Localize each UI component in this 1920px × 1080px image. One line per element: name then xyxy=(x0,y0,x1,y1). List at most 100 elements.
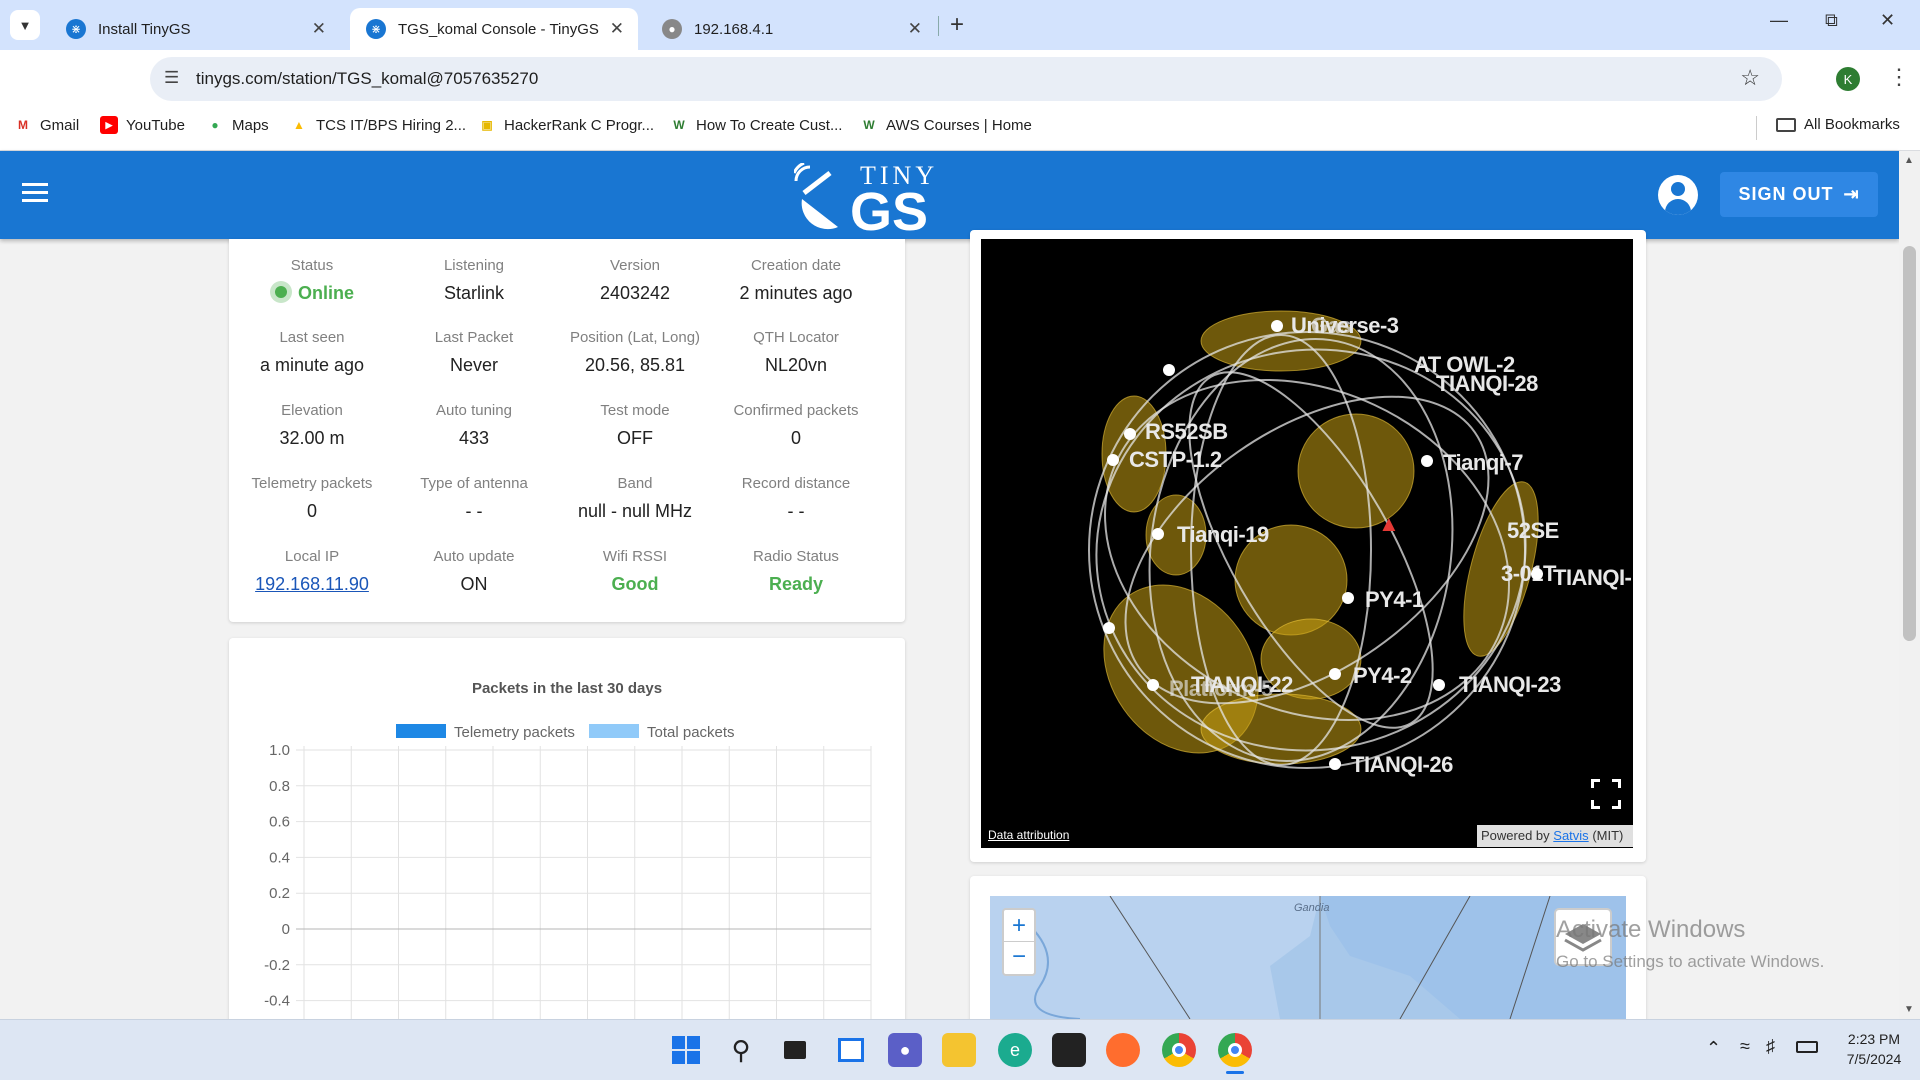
fullscreen-icon[interactable] xyxy=(1591,779,1621,809)
wifi-icon[interactable]: ≈ xyxy=(1740,1036,1750,1057)
bookmark-hackerrank[interactable]: ▣ HackerRank C Progr... xyxy=(478,116,654,134)
task-view-icon[interactable] xyxy=(778,1033,812,1067)
new-tab-button[interactable]: + xyxy=(950,11,964,39)
bookmark-star-icon[interactable]: ☆ xyxy=(1740,65,1760,91)
satellite-dot[interactable] xyxy=(1421,455,1433,467)
close-tab-icon[interactable]: ✕ xyxy=(610,19,624,39)
teams-icon[interactable]: ● xyxy=(888,1033,922,1067)
satellite-label[interactable]: TIANQI-23 xyxy=(1459,672,1561,698)
search-icon[interactable]: ⚲ xyxy=(724,1033,758,1067)
satellite-label[interactable]: 3-01T xyxy=(1501,561,1556,587)
store-icon[interactable] xyxy=(1052,1033,1086,1067)
bookmark-youtube[interactable]: ▶ YouTube xyxy=(100,116,185,134)
satellite-label[interactable]: Tianqi-19 xyxy=(1177,522,1269,548)
data-attribution-link[interactable]: Data attribution xyxy=(988,828,1069,842)
satellite-dot[interactable] xyxy=(1329,758,1341,770)
restore-icon[interactable]: ⧉ xyxy=(1825,10,1838,31)
satellite-label[interactable]: Tianqi-7 xyxy=(1443,450,1523,476)
menu-kebab-icon[interactable]: ⋮ xyxy=(1888,64,1910,90)
minimize-icon[interactable]: — xyxy=(1770,10,1788,31)
tray-overflow-icon[interactable]: ⌃ xyxy=(1706,1038,1721,1059)
hamburger-menu-icon[interactable] xyxy=(22,183,48,202)
satellite-label[interactable]: TIANQI- xyxy=(1553,565,1632,591)
sign-out-label: SIGN OUT xyxy=(1738,184,1834,204)
start-windows-icon[interactable] xyxy=(669,1033,703,1067)
satellite-label[interactable]: Platform-5 xyxy=(1169,676,1273,702)
tinygs-logo[interactable]: TINY GS xyxy=(794,159,944,242)
account-icon[interactable] xyxy=(1658,175,1698,215)
tab-search-button[interactable]: ▼ xyxy=(10,10,40,40)
satellite-dot[interactable] xyxy=(1124,428,1136,440)
file-explorer-icon[interactable] xyxy=(942,1033,976,1067)
legend-swatch[interactable] xyxy=(396,724,446,738)
satellite-label[interactable]: TIANQI-28 xyxy=(1436,371,1538,397)
field-value: 2 minutes ago xyxy=(739,283,853,303)
satellite-dot[interactable] xyxy=(1103,622,1115,634)
close-window-icon[interactable]: ✕ xyxy=(1880,10,1895,31)
satellite-dish-icon xyxy=(794,163,838,230)
firefox-icon[interactable] xyxy=(1106,1033,1140,1067)
satellite-dot[interactable] xyxy=(1342,592,1354,604)
satellite-label[interactable]: PY4-1 xyxy=(1365,587,1424,613)
satellite-dot[interactable] xyxy=(1163,364,1175,376)
battery-icon[interactable] xyxy=(1796,1041,1818,1053)
satellite-dot[interactable] xyxy=(1152,528,1164,540)
widgets-icon[interactable] xyxy=(834,1033,868,1067)
url-text[interactable]: tinygs.com/station/TGS_komal@7057635270 xyxy=(196,69,538,89)
clock-date[interactable]: 7/5/2024 xyxy=(1834,1051,1914,1067)
chrome-icon[interactable] xyxy=(1162,1033,1196,1067)
bookmark-gmail[interactable]: M Gmail xyxy=(14,116,79,134)
field-label: Version xyxy=(609,257,661,274)
zoom-out-button[interactable]: − xyxy=(1004,942,1034,974)
satellite-label[interactable]: 52SE xyxy=(1507,518,1559,544)
satellite-dot[interactable] xyxy=(1433,679,1445,691)
satvis-link[interactable]: Satvis xyxy=(1553,828,1588,843)
close-tab-icon[interactable]: ✕ xyxy=(908,19,922,39)
station-map[interactable]: Gandia + − xyxy=(990,896,1626,1019)
page-scrollbar[interactable]: ▲ ▼ xyxy=(1899,151,1920,1019)
bookmark-label: How To Create Cust... xyxy=(696,116,843,134)
profile-avatar[interactable]: K xyxy=(1836,67,1860,91)
address-bar[interactable]: ☰ tinygs.com/station/TGS_komal@705763527… xyxy=(150,57,1782,101)
sign-out-button[interactable]: SIGN OUT ⇥ xyxy=(1720,172,1878,217)
scrollbar-thumb[interactable] xyxy=(1903,246,1916,641)
field-label: Last seen xyxy=(279,329,345,346)
bookmark-maps[interactable]: ● Maps xyxy=(206,116,268,134)
field-value: Ready xyxy=(768,574,824,594)
satellite-dot[interactable] xyxy=(1329,668,1341,680)
satellite-dot[interactable] xyxy=(1271,320,1283,332)
all-bookmarks-button[interactable]: All Bookmarks xyxy=(1776,116,1900,133)
satellite-label[interactable]: CSTP-1.2 xyxy=(1129,447,1222,473)
satellite-dot[interactable] xyxy=(1531,568,1543,580)
bookmark-aws[interactable]: W AWS Courses | Home xyxy=(860,116,1032,134)
station-field: Last seen a minute ago xyxy=(232,329,392,376)
chrome-profile-icon[interactable] xyxy=(1218,1033,1252,1067)
edge-icon[interactable]: e xyxy=(998,1033,1032,1067)
satellite-label[interactable]: PY4-2 xyxy=(1353,663,1412,689)
satellite-globe-view[interactable]: Universe-3 Gas AT OWL-2 TIANQI-28 RS52SB… xyxy=(981,239,1633,848)
satellite-label[interactable]: RS52SB xyxy=(1145,419,1228,445)
scroll-up-arrow-icon[interactable]: ▲ xyxy=(1904,155,1914,166)
site-info-icon[interactable]: ☰ xyxy=(164,68,179,88)
zoom-in-button[interactable]: + xyxy=(1004,910,1034,942)
bookmark-tcs[interactable]: ▲ TCS IT/BPS Hiring 2... xyxy=(290,116,466,134)
legend-label[interactable]: Telemetry packets xyxy=(454,724,575,741)
satellite-label[interactable]: Gas xyxy=(1311,313,1352,339)
satellite-dot[interactable] xyxy=(1107,454,1119,466)
tab-install-tinygs[interactable]: ⋇ Install TinyGS ✕ xyxy=(50,8,340,50)
tab-router[interactable]: ● 192.168.4.1 ✕ xyxy=(646,8,936,50)
station-field: Telemetry packets 0 xyxy=(232,475,392,522)
close-tab-icon[interactable]: ✕ xyxy=(312,19,326,39)
tab-tgs-console[interactable]: ⋇ TGS_komal Console - TinyGS ✕ xyxy=(350,8,638,50)
legend-swatch[interactable] xyxy=(589,724,639,738)
satellite-dot[interactable] xyxy=(1147,679,1159,691)
bookmark-custom[interactable]: W How To Create Cust... xyxy=(670,116,842,134)
volume-muted-icon[interactable]: ♯ xyxy=(1766,1036,1775,1057)
field-value[interactable]: 192.168.11.90 xyxy=(232,574,392,595)
ground-station-marker-icon[interactable]: ▲ xyxy=(1378,511,1400,537)
satellite-label[interactable]: TIANQI-26 xyxy=(1351,752,1453,778)
clock-time[interactable]: 2:23 PM xyxy=(1834,1031,1914,1047)
scroll-down-arrow-icon[interactable]: ▼ xyxy=(1904,1004,1914,1015)
legend-label[interactable]: Total packets xyxy=(647,724,735,741)
powered-suffix: (MIT) xyxy=(1592,828,1624,843)
